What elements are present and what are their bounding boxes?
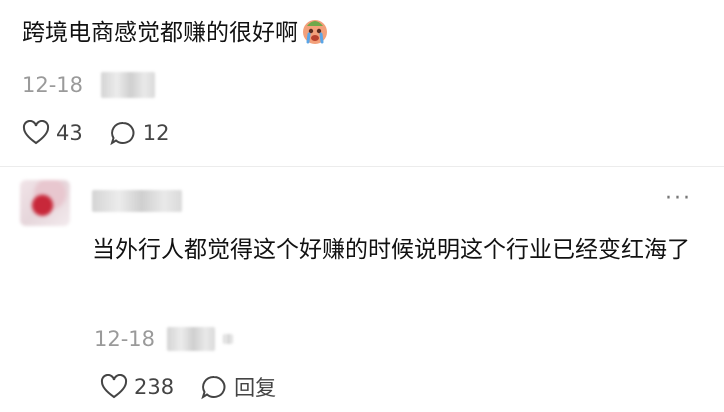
comment-location-redacted-2 — [223, 334, 234, 344]
heart-icon — [100, 374, 128, 399]
heart-icon — [22, 120, 50, 145]
divider — [0, 166, 724, 167]
comment-like-button[interactable]: 238 — [100, 374, 174, 400]
comment-bubble-icon — [110, 121, 135, 146]
post-actions: 43 12 — [22, 116, 195, 150]
comment-like-count: 238 — [134, 375, 175, 399]
post-date: 12-18 — [22, 73, 84, 97]
reply-button[interactable]: 回复 — [200, 372, 276, 402]
comment-bubble-icon — [201, 375, 226, 400]
post-like-count: 43 — [56, 121, 83, 145]
comment-actions: 238 回复 — [100, 370, 302, 404]
more-options-button[interactable]: ··· — [665, 186, 692, 212]
post-comment-button[interactable]: 12 — [109, 120, 170, 146]
post-text-content: 跨境电商感觉都赚的很好啊 — [22, 20, 298, 46]
post-text: 跨境电商感觉都赚的很好啊 — [22, 16, 330, 50]
reply-label: 回复 — [234, 376, 277, 400]
comment-location-redacted — [167, 327, 216, 351]
avatar[interactable] — [20, 180, 70, 226]
comment-meta: 12-18 — [94, 322, 234, 356]
post-location-redacted — [101, 72, 156, 98]
crying-face-icon — [300, 16, 330, 46]
post-like-button[interactable]: 43 — [22, 120, 83, 146]
post-meta: 12-18 — [22, 68, 156, 102]
comment-date: 12-18 — [94, 327, 156, 351]
post-comment-count: 12 — [142, 121, 170, 145]
username-redacted[interactable] — [92, 190, 182, 212]
comment-text: 当外行人都觉得这个好赚的时候说明这个行业已经变红海了 — [92, 237, 690, 263]
comment-thread: 跨境电商感觉都赚的很好啊 12-18 43 12 ··· 当外行人都觉得这个好赚… — [0, 0, 724, 412]
